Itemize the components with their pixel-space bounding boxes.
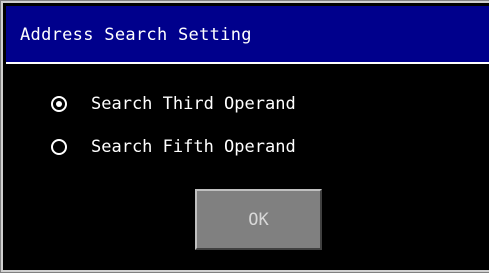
option-label: Search Third Operand	[91, 94, 296, 114]
option-label: Search Fifth Operand	[91, 137, 296, 157]
title-divider	[6, 62, 489, 64]
address-search-dialog: Address Search Setting Search Third Oper…	[0, 0, 495, 273]
ok-button[interactable]: OK	[195, 189, 322, 250]
dialog-title: Address Search Setting	[20, 25, 252, 45]
radio-selected-icon[interactable]	[51, 96, 67, 112]
ok-button-label: OK	[248, 209, 269, 230]
title-bar: Address Search Setting	[6, 6, 489, 62]
radio-unselected-icon[interactable]	[51, 139, 67, 155]
window-edge	[489, 0, 495, 273]
option-search-fifth-operand[interactable]: Search Fifth Operand	[51, 135, 296, 159]
option-search-third-operand[interactable]: Search Third Operand	[51, 92, 296, 116]
